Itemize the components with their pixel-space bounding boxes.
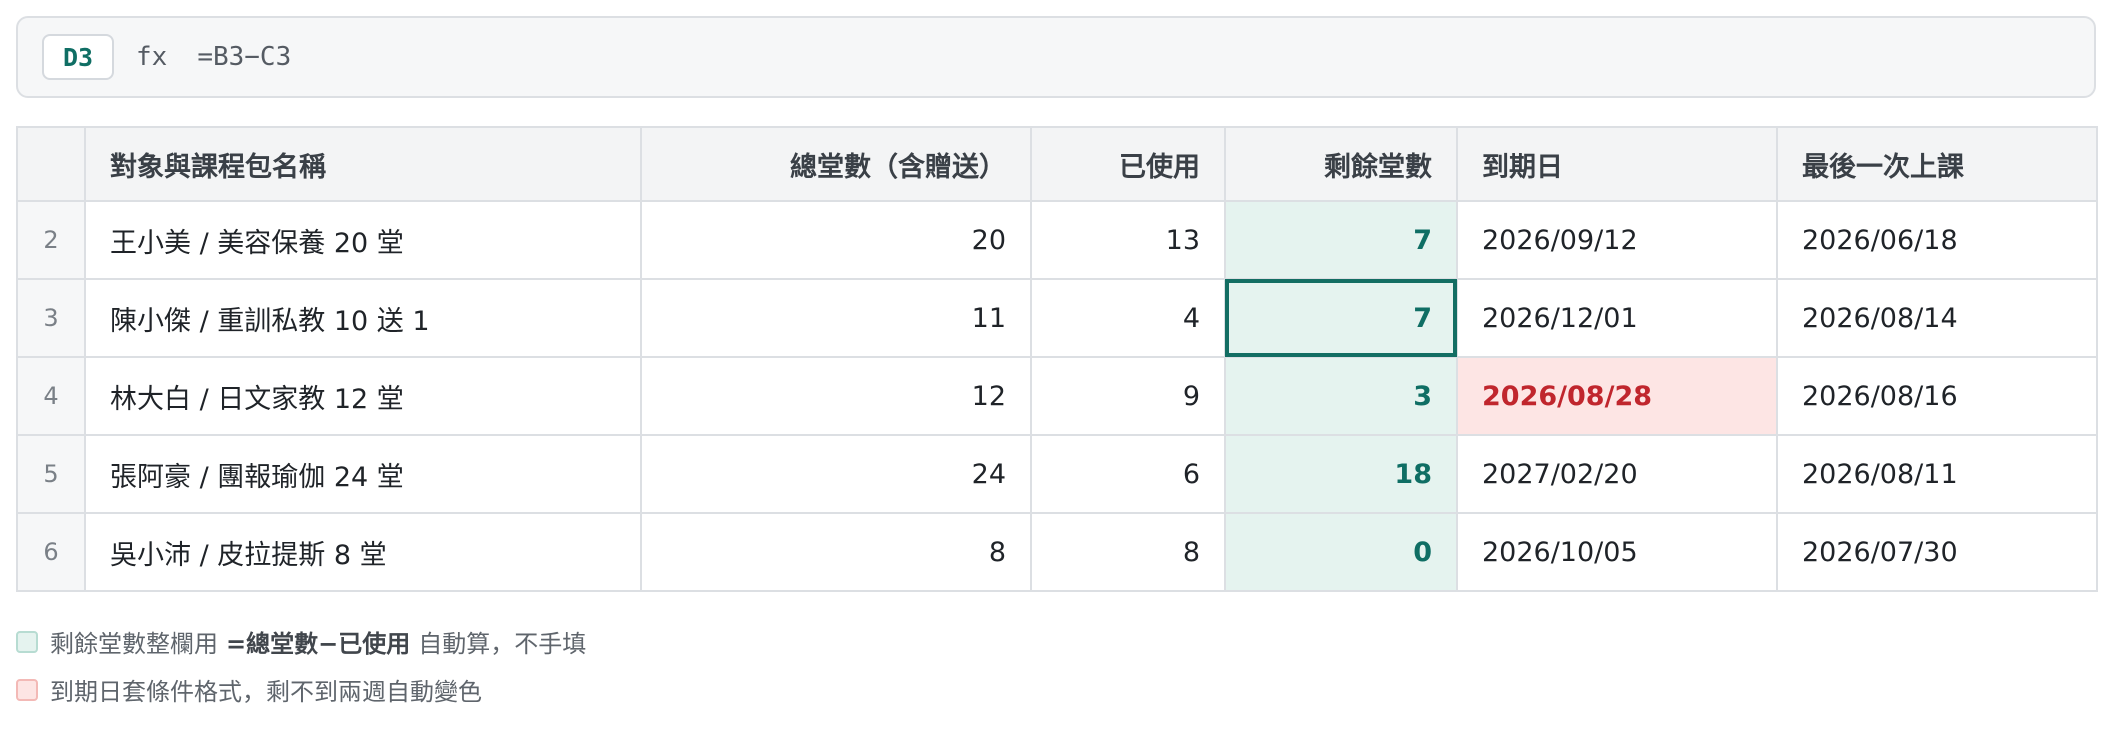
column-header-remaining[interactable]: 剩餘堂數 xyxy=(1224,126,1458,202)
remaining-swatch xyxy=(16,630,38,653)
remaining-cell[interactable]: 0 xyxy=(1224,512,1458,592)
name-cell[interactable]: 林大白 / 日文家教 12 堂 xyxy=(84,356,642,436)
name-cell[interactable]: 吳小沛 / 皮拉提斯 8 堂 xyxy=(84,512,642,592)
column-header-used[interactable]: 已使用 xyxy=(1030,126,1226,202)
expiry-cell-warning[interactable]: 2026/08/28 xyxy=(1456,356,1778,436)
legend-remaining-formula: =總堂數−已使用 xyxy=(226,630,411,658)
spreadsheet-table: 對象與課程包名稱 總堂數（含贈送） 已使用 剩餘堂數 到期日 最後一次上課 2 … xyxy=(16,126,2098,592)
header-row: 對象與課程包名稱 總堂數（含贈送） 已使用 剩餘堂數 到期日 最後一次上課 xyxy=(16,126,2098,202)
formula-bar: D3 fx =B3−C3 xyxy=(16,16,2096,98)
last-class-cell[interactable]: 2026/08/16 xyxy=(1776,356,2098,436)
name-cell[interactable]: 王小美 / 美容保養 20 堂 xyxy=(84,200,642,280)
table-row: 2 王小美 / 美容保養 20 堂 20 13 7 2026/09/12 202… xyxy=(16,200,2098,280)
expiry-cell[interactable]: 2026/10/05 xyxy=(1456,512,1778,592)
legend-remaining: 剩餘堂數整欄用 =總堂數−已使用 自動算，不手填 xyxy=(16,624,586,659)
total-cell[interactable]: 24 xyxy=(640,434,1032,514)
last-class-cell[interactable]: 2026/08/11 xyxy=(1776,434,2098,514)
column-header-total[interactable]: 總堂數（含贈送） xyxy=(640,126,1032,202)
last-class-cell[interactable]: 2026/08/14 xyxy=(1776,278,2098,358)
row-number[interactable]: 5 xyxy=(16,434,86,514)
formula-input[interactable]: =B3−C3 xyxy=(197,42,291,72)
table-row: 4 林大白 / 日文家教 12 堂 12 9 3 2026/08/28 2026… xyxy=(16,356,2098,436)
legend-remaining-prefix: 剩餘堂數整欄用 xyxy=(50,630,218,658)
column-header-name[interactable]: 對象與課程包名稱 xyxy=(84,126,642,202)
warning-swatch xyxy=(16,678,38,701)
total-cell[interactable]: 12 xyxy=(640,356,1032,436)
remaining-cell-selected[interactable]: 7 xyxy=(1224,278,1458,358)
row-number[interactable]: 4 xyxy=(16,356,86,436)
cell-reference-box[interactable]: D3 xyxy=(42,34,114,80)
column-header-last-class[interactable]: 最後一次上課 xyxy=(1776,126,2098,202)
last-class-cell[interactable]: 2026/06/18 xyxy=(1776,200,2098,280)
expiry-cell[interactable]: 2026/09/12 xyxy=(1456,200,1778,280)
column-header-expiry[interactable]: 到期日 xyxy=(1456,126,1778,202)
total-cell[interactable]: 11 xyxy=(640,278,1032,358)
remaining-cell[interactable]: 7 xyxy=(1224,200,1458,280)
row-number[interactable]: 6 xyxy=(16,512,86,592)
legend-expiry: 到期日套條件格式，剩不到兩週自動變色 xyxy=(16,672,482,707)
row-number[interactable]: 2 xyxy=(16,200,86,280)
remaining-cell[interactable]: 3 xyxy=(1224,356,1458,436)
total-cell[interactable]: 8 xyxy=(640,512,1032,592)
legend-remaining-suffix: 自動算，不手填 xyxy=(418,630,587,658)
used-cell[interactable]: 6 xyxy=(1030,434,1226,514)
total-cell[interactable]: 20 xyxy=(640,200,1032,280)
used-cell[interactable]: 9 xyxy=(1030,356,1226,436)
row-number[interactable]: 3 xyxy=(16,278,86,358)
used-cell[interactable]: 8 xyxy=(1030,512,1226,592)
table-row: 3 陳小傑 / 重訓私教 10 送 1 11 4 7 2026/12/01 20… xyxy=(16,278,2098,358)
legend-expiry-note: 到期日套條件格式，剩不到兩週自動變色 xyxy=(50,678,482,706)
table-row: 5 張阿豪 / 團報瑜伽 24 堂 24 6 18 2027/02/20 202… xyxy=(16,434,2098,514)
expiry-cell[interactable]: 2027/02/20 xyxy=(1456,434,1778,514)
fx-label: fx xyxy=(136,42,168,72)
remaining-cell[interactable]: 18 xyxy=(1224,434,1458,514)
name-cell[interactable]: 陳小傑 / 重訓私教 10 送 1 xyxy=(84,278,642,358)
expiry-cell[interactable]: 2026/12/01 xyxy=(1456,278,1778,358)
table-row: 6 吳小沛 / 皮拉提斯 8 堂 8 8 0 2026/10/05 2026/0… xyxy=(16,512,2098,592)
corner-cell[interactable] xyxy=(16,126,86,202)
name-cell[interactable]: 張阿豪 / 團報瑜伽 24 堂 xyxy=(84,434,642,514)
used-cell[interactable]: 13 xyxy=(1030,200,1226,280)
last-class-cell[interactable]: 2026/07/30 xyxy=(1776,512,2098,592)
used-cell[interactable]: 4 xyxy=(1030,278,1226,358)
